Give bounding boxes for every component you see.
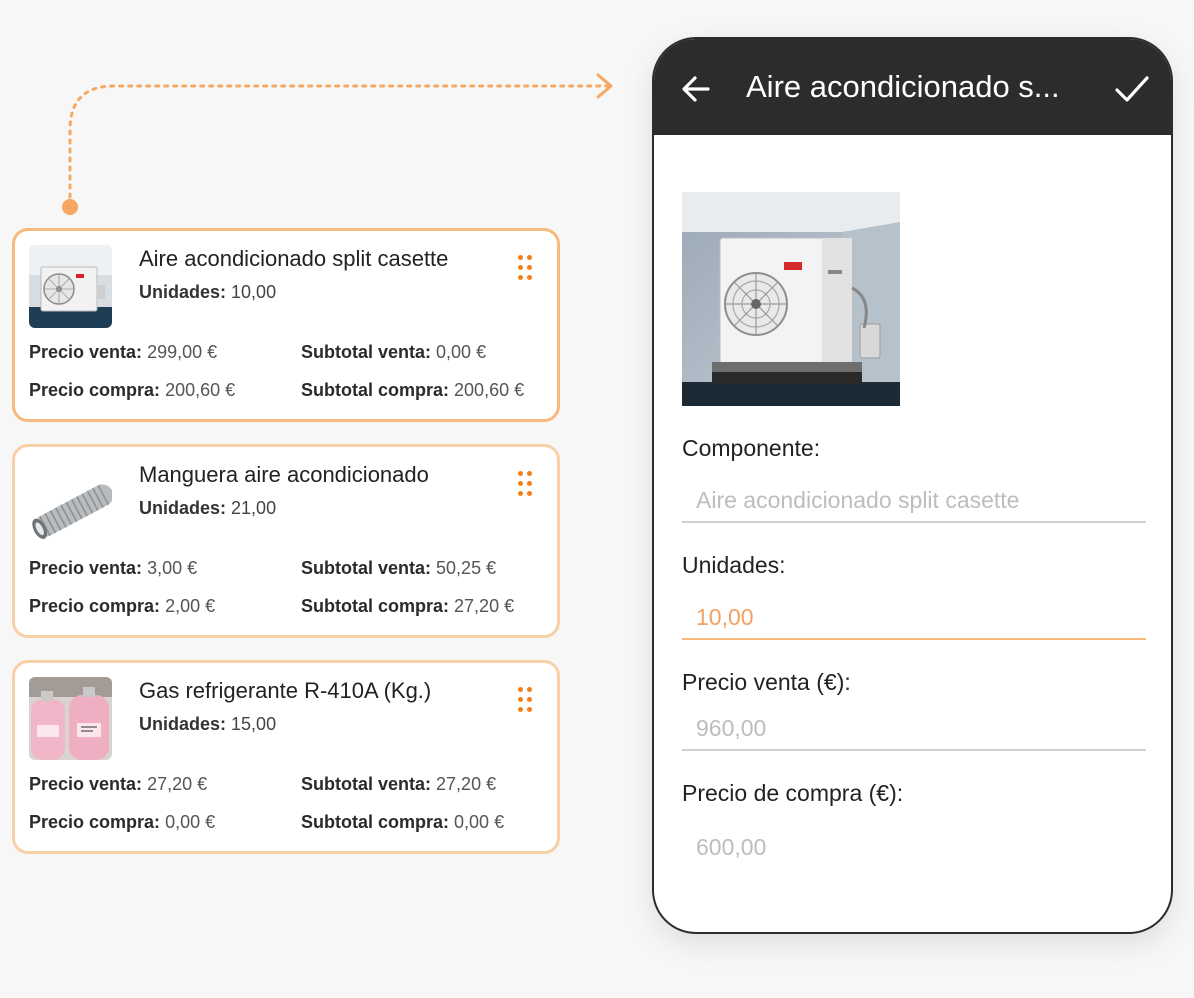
air-conditioner-thumbnail (29, 245, 112, 328)
units-value: 15,00 (231, 714, 277, 734)
precio-compra: Precio compra: 2,00 € (29, 596, 215, 617)
units-value: 21,00 (231, 498, 277, 518)
units-label: Unidades: (139, 498, 227, 518)
gas-cylinders-thumbnail (29, 677, 112, 760)
precio-venta-value: 3,00 € (147, 558, 198, 578)
units-label: Unidades: (139, 714, 227, 734)
app-bar: Aire acondicionado s... (654, 39, 1171, 135)
subtotal-venta: Subtotal venta: 50,25 € (301, 558, 496, 579)
precio-venta-label: Precio venta: (29, 558, 143, 578)
subtotal-compra: Subtotal compra: 200,60 € (301, 380, 524, 401)
precio-compra-label: Precio compra: (29, 812, 161, 832)
subtotal-venta-value: 0,00 € (436, 342, 487, 362)
componente-label: Componente: (682, 435, 821, 461)
card-title: Gas refrigerante R-410A (Kg.) (139, 678, 432, 703)
drag-handle-icon[interactable] (518, 687, 534, 715)
units-row: Unidades: 21,00 (139, 498, 276, 519)
componente-field[interactable] (682, 479, 1146, 523)
subtotal-venta-label: Subtotal venta: (301, 342, 432, 362)
hose-thumbnail (29, 461, 112, 544)
subtotal-compra-label: Subtotal compra: (301, 812, 450, 832)
precio-venta: Precio venta: 3,00 € (29, 558, 197, 579)
precio-venta-value: 299,00 € (147, 342, 218, 362)
component-card[interactable]: Aire acondicionado split casette Unidade… (12, 228, 560, 422)
check-icon[interactable] (1114, 73, 1150, 105)
card-title: Aire acondicionado split casette (139, 246, 449, 271)
component-card[interactable]: Gas refrigerante R-410A (Kg.) Unidades: … (12, 660, 560, 854)
precio-compra-label: Precio de compra (€): (682, 780, 904, 806)
subtotal-venta-label: Subtotal venta: (301, 558, 432, 578)
arrow-left-icon[interactable] (680, 73, 712, 105)
units-value: 10,00 (231, 282, 277, 302)
precio-compra: Precio compra: 0,00 € (29, 812, 215, 833)
phone-detail-screen: Aire acondicionado s... Componente: Aire… (652, 37, 1173, 934)
precio-compra: Precio compra: 200,60 € (29, 380, 235, 401)
drag-handle-icon[interactable] (518, 255, 534, 283)
units-label: Unidades: (139, 282, 227, 302)
detail-title: Aire acondicionado s... (746, 69, 1060, 104)
precio-compra-value: 2,00 € (165, 596, 216, 616)
subtotal-compra: Subtotal compra: 0,00 € (301, 812, 504, 833)
component-photo (682, 192, 900, 406)
subtotal-venta: Subtotal venta: 27,20 € (301, 774, 496, 795)
subtotal-compra-value: 27,20 € (454, 596, 515, 616)
precio-venta-label: Precio venta (€): (682, 669, 851, 695)
precio-venta-label: Precio venta: (29, 774, 143, 794)
subtotal-compra: Subtotal compra: 27,20 € (301, 596, 514, 617)
drag-handle-icon[interactable] (518, 471, 534, 499)
card-title: Manguera aire acondicionado (139, 462, 429, 487)
subtotal-venta-label: Subtotal venta: (301, 774, 432, 794)
precio-compra-field[interactable] (682, 826, 1146, 870)
subtotal-compra-value: 0,00 € (454, 812, 505, 832)
precio-venta-label: Precio venta: (29, 342, 143, 362)
precio-venta: Precio venta: 27,20 € (29, 774, 207, 795)
subtotal-compra-value: 200,60 € (454, 380, 525, 400)
precio-compra-label: Precio compra: (29, 596, 161, 616)
subtotal-compra-label: Subtotal compra: (301, 380, 450, 400)
unidades-label: Unidades: (682, 552, 786, 578)
unidades-field[interactable] (682, 596, 1146, 640)
subtotal-venta: Subtotal venta: 0,00 € (301, 342, 486, 363)
precio-compra-value: 0,00 € (165, 812, 216, 832)
component-card[interactable]: Manguera aire acondicionado Unidades: 21… (12, 444, 560, 638)
units-row: Unidades: 10,00 (139, 282, 276, 303)
precio-compra-label: Precio compra: (29, 380, 161, 400)
subtotal-compra-label: Subtotal compra: (301, 596, 450, 616)
units-row: Unidades: 15,00 (139, 714, 276, 735)
subtotal-venta-value: 27,20 € (436, 774, 497, 794)
precio-venta-value: 27,20 € (147, 774, 208, 794)
precio-venta-field[interactable] (682, 707, 1146, 751)
precio-venta: Precio venta: 299,00 € (29, 342, 217, 363)
subtotal-venta-value: 50,25 € (436, 558, 497, 578)
precio-compra-value: 200,60 € (165, 380, 236, 400)
